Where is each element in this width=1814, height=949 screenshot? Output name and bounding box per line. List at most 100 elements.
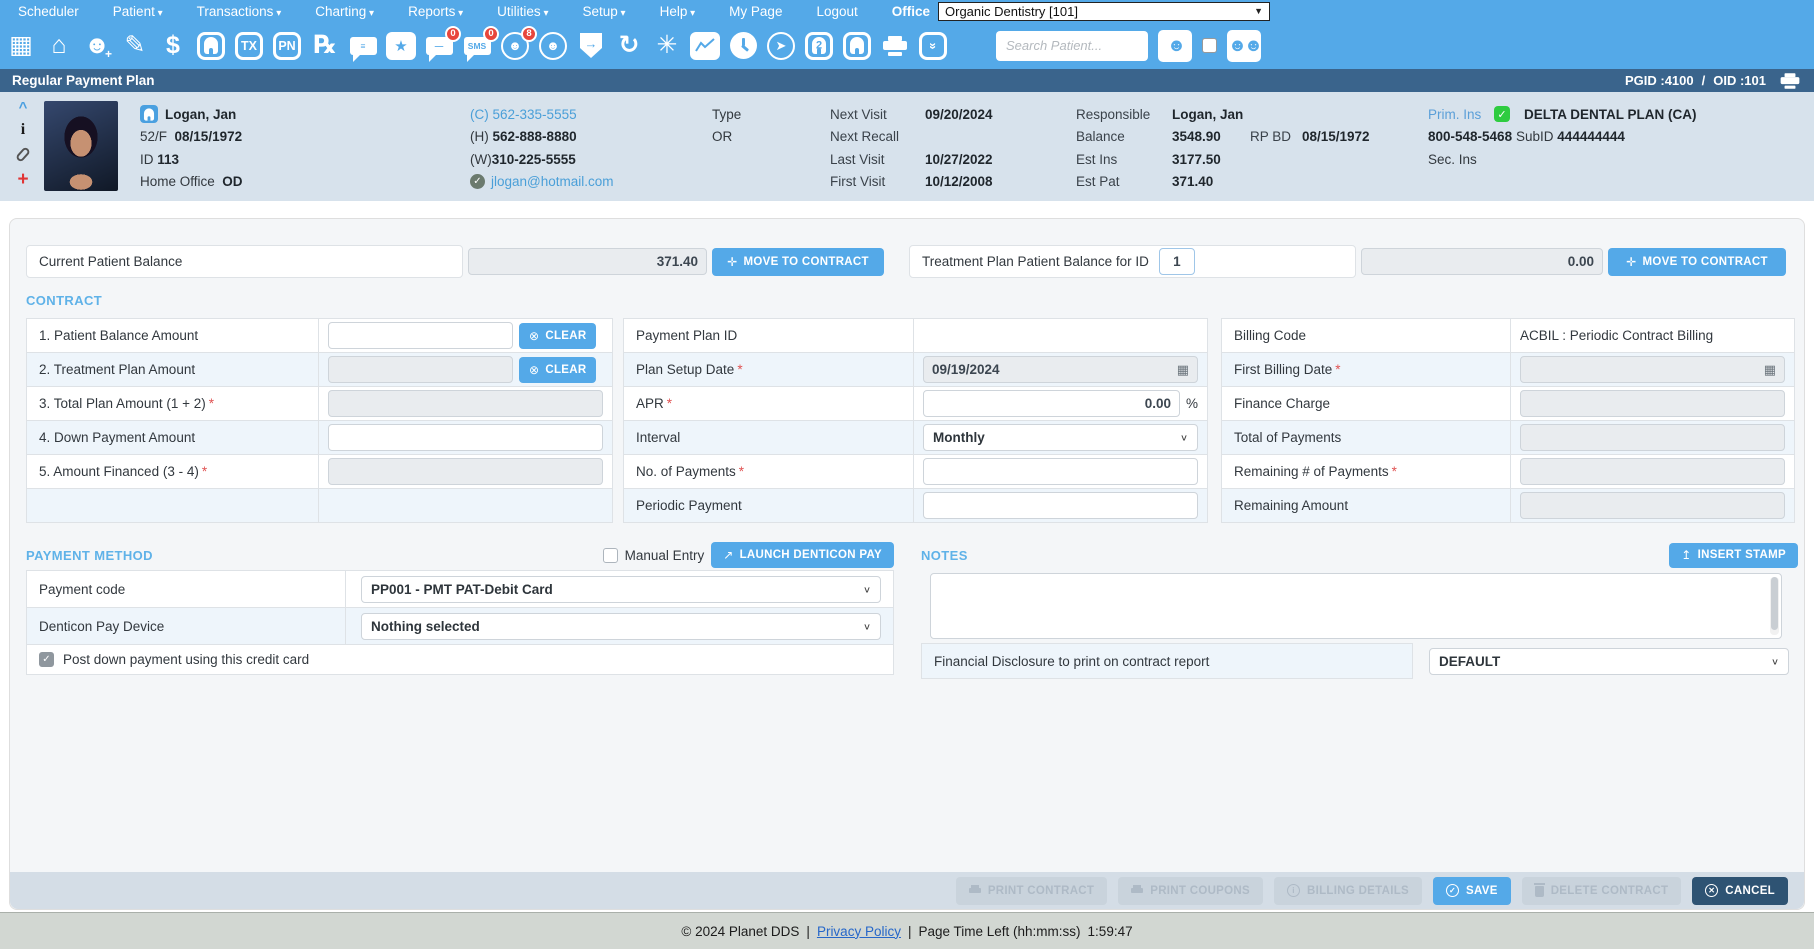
family-search-button[interactable]: ☻☻ <box>1227 30 1261 62</box>
move-tp-to-contract-button[interactable]: ✛ MOVE TO CONTRACT <box>1608 248 1786 276</box>
print-page-icon[interactable] <box>1781 73 1800 89</box>
patient-photo[interactable] <box>44 101 118 191</box>
contract-col1: 1. Patient Balance Amount ⊗CLEAR 2. Trea… <box>26 319 613 523</box>
down-payment-amount-input[interactable] <box>328 424 603 451</box>
work-phone-value: 310-225-5555 <box>492 152 576 167</box>
menu-scheduler[interactable]: Scheduler <box>18 4 79 19</box>
patient-email-link[interactable]: jlogan@hotmail.com <box>491 174 614 189</box>
sms-messages-icon[interactable]: SMS0 <box>460 28 494 64</box>
row-label: Plan Setup Date <box>636 362 734 377</box>
home-office-icon[interactable]: ⌂ <box>42 28 76 64</box>
scheduler-calendar-icon[interactable]: ▦ <box>4 28 38 64</box>
cancel-button[interactable]: ✕ CANCEL <box>1692 877 1788 905</box>
chat-messages-icon[interactable]: ―0 <box>422 28 456 64</box>
time-clock-icon[interactable] <box>726 28 760 64</box>
menu-utilities[interactable]: Utilities <box>497 4 548 19</box>
perio-tooth-icon[interactable] <box>840 28 874 64</box>
menu-my-page[interactable]: My Page <box>729 4 782 19</box>
analytics-chart-icon[interactable] <box>688 28 722 64</box>
post-down-payment-checkbox[interactable]: ✓ <box>39 652 54 667</box>
contract-row-treatment-plan: 2. Treatment Plan Amount ⊗CLEAR <box>26 352 613 387</box>
calendar-icon[interactable]: ▦ <box>1177 362 1189 378</box>
insert-stamp-button[interactable]: ↥ INSERT STAMP <box>1669 543 1798 568</box>
pay-device-row: Denticon Pay Device Nothing selected ∨ <box>26 607 894 645</box>
apr-percent-suffix: % <box>1186 396 1198 411</box>
attachments-paperclip-icon[interactable] <box>15 146 31 163</box>
row-label: First Billing Date <box>1234 362 1332 377</box>
office-select[interactable]: Organic Dentistry [101] ▼ <box>938 2 1270 21</box>
resync-icon[interactable]: ↻ <box>612 28 646 64</box>
menu-setup[interactable]: Setup <box>583 4 626 19</box>
search-option-checkbox[interactable] <box>1202 38 1217 53</box>
prim-ins-name: DELTA DENTAL PLAN (CA) <box>1524 107 1696 122</box>
print-contract-button: PRINT CONTRACT <box>956 877 1107 905</box>
payment-code-label: Payment code <box>39 582 125 597</box>
menu-patient[interactable]: Patient <box>113 4 163 19</box>
menu-charting[interactable]: Charting <box>315 4 374 19</box>
patient-portal-icon[interactable]: ☻ <box>536 28 570 64</box>
contract-row-first-billing: First Billing Date* ▦ <box>1221 352 1795 387</box>
notes-scrollbar[interactable] <box>1770 577 1779 635</box>
launch-denticon-pay-button[interactable]: ↗ LAUNCH DENTICON PAY <box>711 542 894 568</box>
tp-balance-label-cell: Treatment Plan Patient Balance for ID <box>909 245 1356 278</box>
add-patient-icon[interactable]: ☻+ <box>80 28 114 64</box>
contract-row-amount-financed: 5. Amount Financed (3 - 4)* <box>26 454 613 489</box>
more-tools-icon[interactable]: » <box>916 28 950 64</box>
insurance-shield-icon[interactable]: → <box>574 28 608 64</box>
notes-bubble-icon[interactable]: ≡ <box>346 28 380 64</box>
menu-help[interactable]: Help <box>660 4 696 19</box>
tooth-chart-icon[interactable] <box>194 28 228 64</box>
person-search-button[interactable]: ☻ <box>1158 30 1192 62</box>
last-visit-value: 10/27/2022 <box>925 152 993 167</box>
patient-info-icon[interactable]: i <box>21 123 25 137</box>
patient-search-input[interactable] <box>996 31 1148 61</box>
total-of-payments-readonly <box>1520 424 1785 451</box>
treatment-plan-tx-icon[interactable]: TX <box>232 28 266 64</box>
clear-patient-balance-button[interactable]: ⊗CLEAR <box>519 323 596 349</box>
required-marker: * <box>667 396 672 411</box>
clear-treatment-plan-button[interactable]: ⊗CLEAR <box>519 357 596 383</box>
post-down-payment-label: Post down payment using this credit card <box>63 652 309 667</box>
tooth-help-icon[interactable]: 2 <box>802 28 836 64</box>
prim-ins-verified-checkbox[interactable]: ✓ <box>1494 106 1510 122</box>
disclosure-select[interactable]: DEFAULT ∨ <box>1429 648 1789 675</box>
patient-balance-amount-input[interactable] <box>328 322 513 349</box>
tooth-chip-icon[interactable] <box>140 105 158 123</box>
calendar-icon[interactable]: ▦ <box>1764 362 1776 378</box>
payment-code-select[interactable]: PP001 - PMT PAT-Debit Card ∨ <box>361 576 881 603</box>
notes-textarea[interactable] <box>931 574 1781 638</box>
page-title-bar: Regular Payment Plan PGID :4100 / OID :1… <box>0 69 1814 92</box>
prescriptions-rx-icon[interactable]: ℞ <box>308 28 342 64</box>
manual-entry-checkbox[interactable] <box>603 548 618 563</box>
cell-phone-link[interactable]: (C) 562-335-5555 <box>470 103 614 126</box>
periodic-payment-input[interactable] <box>923 492 1198 519</box>
privacy-policy-link[interactable]: Privacy Policy <box>817 924 901 939</box>
edit-patient-icon[interactable]: ✎ <box>118 28 152 64</box>
progress-notes-pn-icon[interactable]: PN <box>270 28 304 64</box>
person-search-icon: ☻ <box>1167 35 1183 56</box>
apr-input[interactable] <box>923 390 1180 417</box>
online-patients-icon[interactable]: ☻8 <box>498 28 532 64</box>
move-balance-to-contract-button[interactable]: ✛ MOVE TO CONTRACT <box>712 248 884 276</box>
patient-birthdate: 08/15/1972 <box>175 129 243 144</box>
save-button[interactable]: ✓ SAVE <box>1433 877 1511 905</box>
ledger-dollar-icon[interactable]: $ <box>156 28 190 64</box>
starred-documents-icon[interactable]: ★ <box>384 28 418 64</box>
contract-row-spacer <box>26 488 613 523</box>
family-search-icon: ☻☻ <box>1228 35 1260 56</box>
referral-network-icon[interactable]: ✳ <box>650 28 684 64</box>
interval-select[interactable]: Monthly ∨ <box>923 424 1198 451</box>
web-session-icon[interactable]: ➤ <box>764 28 798 64</box>
medical-alert-icon[interactable]: + <box>17 172 28 187</box>
tp-id-input[interactable] <box>1159 248 1195 275</box>
print-icon[interactable] <box>878 28 912 64</box>
menu-transactions[interactable]: Transactions <box>197 4 282 19</box>
collapse-banner-icon[interactable]: ^ <box>19 103 28 114</box>
menu-reports[interactable]: Reports <box>408 4 463 19</box>
home-phone-value: 562-888-8880 <box>493 129 577 144</box>
clear-icon: ⊗ <box>529 363 539 377</box>
no-of-payments-input[interactable] <box>923 458 1198 485</box>
patient-name[interactable]: Logan, Jan <box>165 107 236 122</box>
menu-logout[interactable]: Logout <box>816 4 857 19</box>
pay-device-select[interactable]: Nothing selected ∨ <box>361 613 881 640</box>
